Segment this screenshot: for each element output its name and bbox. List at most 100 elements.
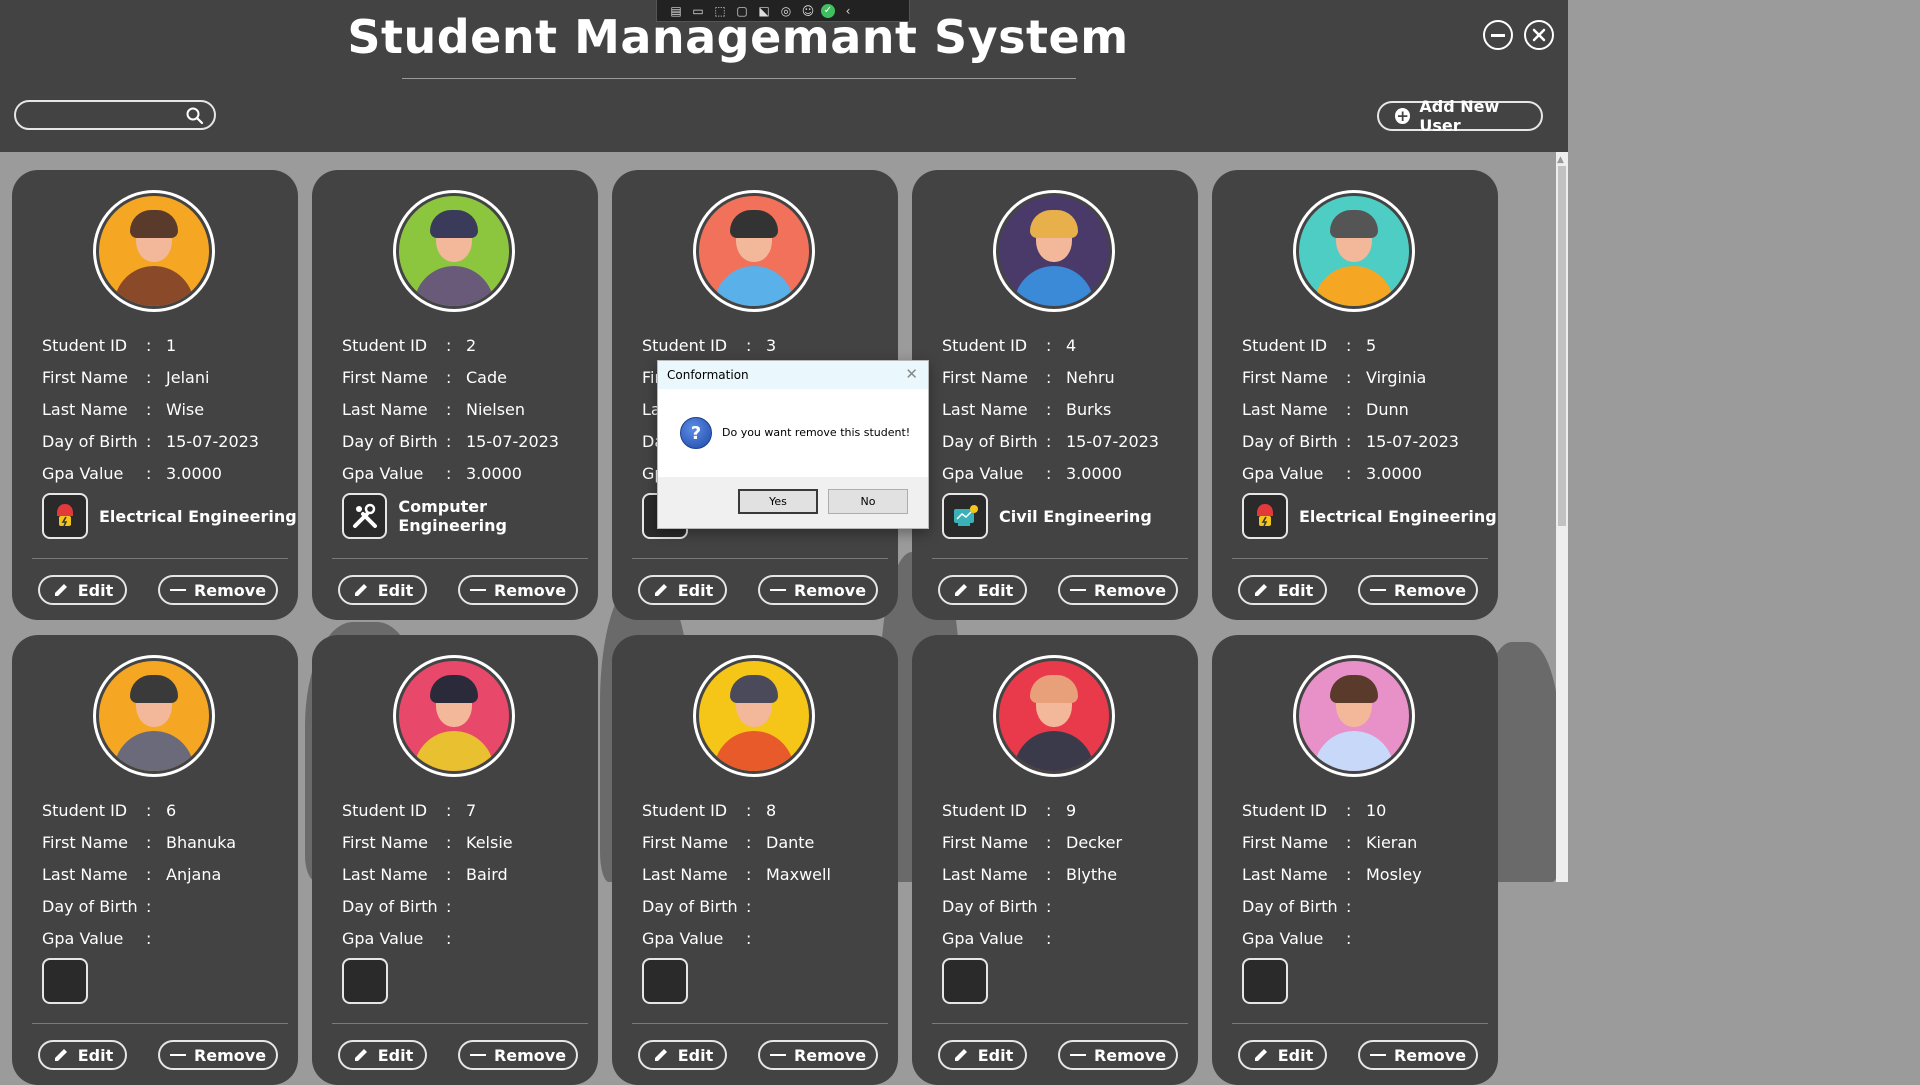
avatar-background xyxy=(699,196,809,306)
plus-icon: + xyxy=(1395,106,1411,125)
remove-button[interactable]: Remove xyxy=(458,1040,578,1070)
last-name-label: Last Name xyxy=(942,865,1028,884)
student-card: Student ID : 8 First Name : Dante Last N… xyxy=(612,635,898,1085)
add-new-user-label: Add New User xyxy=(1419,97,1500,135)
remove-label: Remove xyxy=(1093,580,1167,600)
electrical-icon xyxy=(1242,493,1288,539)
dialog-close-icon[interactable]: ✕ xyxy=(905,365,918,383)
department xyxy=(342,958,399,1004)
first-name-row: First Name : Kelsie xyxy=(342,827,513,859)
minimize-button[interactable] xyxy=(1483,20,1513,50)
department: Electrical Engineering xyxy=(42,493,297,539)
last-name-colon: : xyxy=(1346,400,1352,419)
pencil-icon xyxy=(954,1049,967,1061)
first-name-colon: : xyxy=(746,833,752,852)
track-focus-icon[interactable]: ⬕ xyxy=(755,4,773,18)
edit-button[interactable]: Edit xyxy=(338,575,427,605)
department xyxy=(942,958,999,1004)
last-name-value: Dunn xyxy=(1366,400,1409,419)
gpa-value-value: 3.0000 xyxy=(166,464,222,483)
day-of-birth-colon: : xyxy=(446,432,452,451)
gpa-value-row: Gpa Value : xyxy=(942,923,1122,955)
avatar-shirt xyxy=(1314,731,1394,771)
pencil-icon xyxy=(654,1049,667,1061)
student-avatar xyxy=(993,190,1115,312)
edit-button[interactable]: Edit xyxy=(638,1040,727,1070)
scrollbar-thumb[interactable] xyxy=(1558,166,1566,526)
edit-button[interactable]: Edit xyxy=(938,1040,1027,1070)
close-button[interactable] xyxy=(1524,20,1554,50)
civil-icon xyxy=(942,493,988,539)
remove-button[interactable]: Remove xyxy=(1358,575,1478,605)
department xyxy=(1242,958,1299,1004)
scroll-up-icon[interactable]: ▲ xyxy=(1557,155,1564,165)
remove-button[interactable]: Remove xyxy=(158,575,278,605)
question-icon: ? xyxy=(680,417,712,449)
student-id-row: Student ID : 5 xyxy=(1242,330,1459,362)
last-name-row: Last Name : Burks xyxy=(942,394,1159,426)
edit-button[interactable]: Edit xyxy=(1238,1040,1327,1070)
student-id-value: 6 xyxy=(166,801,177,820)
first-name-colon: : xyxy=(446,833,452,852)
avatar-background xyxy=(1299,661,1409,771)
check-icon[interactable]: ✓ xyxy=(821,3,835,18)
day-of-birth-value xyxy=(1062,891,1066,923)
card-divider xyxy=(932,1023,1188,1024)
edit-button[interactable]: Edit xyxy=(38,575,127,605)
binding-icon[interactable]: ◎ xyxy=(777,4,795,18)
edit-button[interactable]: Edit xyxy=(1238,575,1327,605)
remove-button[interactable]: Remove xyxy=(1058,575,1178,605)
edit-button[interactable]: Edit xyxy=(938,575,1027,605)
day-of-birth-label: Day of Birth xyxy=(942,897,1038,916)
remove-button[interactable]: Remove xyxy=(758,1040,878,1070)
student-info: Student ID : 7 First Name : Kelsie Last … xyxy=(342,795,513,955)
gpa-value-label: Gpa Value xyxy=(942,464,1024,483)
pencil-icon xyxy=(654,584,667,596)
edit-label: Edit xyxy=(677,580,714,600)
student-id-value: 8 xyxy=(766,801,777,820)
avatar-hair xyxy=(130,675,178,703)
avatar-shirt xyxy=(414,731,494,771)
student-avatar xyxy=(1293,655,1415,777)
remove-button[interactable]: Remove xyxy=(158,1040,278,1070)
student-avatar xyxy=(693,190,815,312)
edit-button[interactable]: Edit xyxy=(638,575,727,605)
add-new-user-button[interactable]: + Add New User xyxy=(1377,97,1543,135)
day-of-birth-colon: : xyxy=(1046,432,1052,451)
day-of-birth-value: 15-07-2023 xyxy=(1366,432,1459,451)
remove-button[interactable]: Remove xyxy=(1058,1040,1178,1070)
search-box[interactable] xyxy=(14,100,216,130)
video-icon[interactable]: ▭ xyxy=(689,4,707,18)
remove-button[interactable]: Remove xyxy=(758,575,878,605)
edit-button[interactable]: Edit xyxy=(38,1040,127,1070)
accessibility-icon[interactable]: ☺ xyxy=(799,4,817,18)
gpa-value-label: Gpa Value xyxy=(42,464,124,483)
student-id-value: 9 xyxy=(1066,801,1077,820)
live-tree-icon[interactable]: ▤ xyxy=(667,4,685,18)
edit-button[interactable]: Edit xyxy=(338,1040,427,1070)
select-element-icon[interactable]: ⬚ xyxy=(711,4,729,18)
student-info: Student ID : 4 First Name : Nehru Last N… xyxy=(942,330,1159,490)
edit-label: Edit xyxy=(377,580,414,600)
gpa-value-row: Gpa Value : xyxy=(42,923,236,955)
student-id-colon: : xyxy=(746,336,752,355)
minus-icon xyxy=(769,1054,786,1056)
remove-button[interactable]: Remove xyxy=(1358,1040,1478,1070)
student-card: Student ID : 7 First Name : Kelsie Last … xyxy=(312,635,598,1085)
department-icon xyxy=(942,958,988,1004)
last-name-label: Last Name xyxy=(642,865,728,884)
collapse-icon[interactable]: ‹ xyxy=(839,4,857,18)
last-name-label: Last Name xyxy=(1242,865,1328,884)
no-button[interactable]: No xyxy=(828,489,908,514)
yes-button[interactable]: Yes xyxy=(738,489,818,514)
remove-button[interactable]: Remove xyxy=(458,575,578,605)
search-input[interactable] xyxy=(30,106,194,128)
search-icon[interactable] xyxy=(186,107,204,125)
first-name-value: Decker xyxy=(1066,833,1123,852)
avatar-hair xyxy=(130,210,178,238)
student-card: Student ID : 10 First Name : Kieran Last… xyxy=(1212,635,1498,1085)
close-icon xyxy=(1532,28,1546,42)
first-name-row: First Name : Dante xyxy=(642,827,831,859)
layout-adorner-icon[interactable]: ▢ xyxy=(733,4,751,18)
avatar-shirt xyxy=(714,731,794,771)
